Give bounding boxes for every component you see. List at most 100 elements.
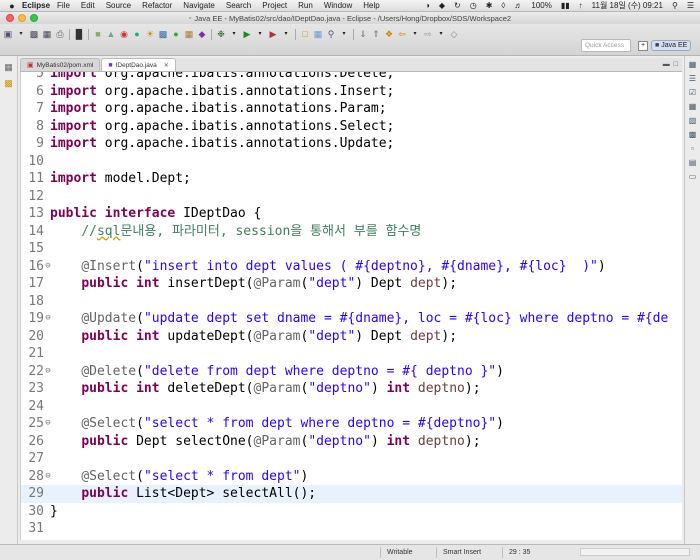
code-line[interactable]: 9 import org.apache.ibatis.annotations.Up…	[21, 135, 682, 153]
publish-icon[interactable]: ◉	[118, 28, 130, 40]
web-browser-icon[interactable]: ☀	[144, 28, 156, 40]
apple-menu-icon[interactable]: ●	[6, 1, 18, 11]
code-editor[interactable]: 5 import org.apache.ibatis.annotations.De…	[20, 72, 682, 540]
project-explorer-icon[interactable]: ▩	[4, 78, 14, 88]
code-line[interactable]: 12	[21, 188, 682, 206]
menu-refactor[interactable]: Refactor	[142, 1, 172, 10]
previous-annotation-icon[interactable]: ⇑	[370, 28, 382, 40]
outline-icon[interactable]: ☰	[688, 74, 698, 84]
save-all-icon[interactable]: ▦	[41, 28, 53, 40]
code-line[interactable]: 10	[21, 153, 682, 171]
code-line[interactable]: 13 public interface IDeptDao {	[21, 205, 682, 223]
run-dropdown-icon[interactable]: ▾	[254, 28, 266, 40]
external-tools-dropdown-icon[interactable]: ▾	[280, 28, 292, 40]
code-line[interactable]: 7 import org.apache.ibatis.annotations.Pa…	[21, 100, 682, 118]
code-line[interactable]: 17 public int insertDept(@Param("dept") …	[21, 275, 682, 293]
open-task-icon[interactable]: ▦	[312, 28, 324, 40]
terminal-icon[interactable]: █	[73, 28, 85, 40]
new-icon[interactable]: ▣	[2, 28, 14, 40]
tab-ideptdao-java[interactable]: ■ IDeptDao.java ✕	[101, 58, 176, 71]
code-line[interactable]: 23 public int deleteDept(@Param("deptno"…	[21, 380, 682, 398]
search-icon[interactable]: ⚲	[325, 28, 337, 40]
open-type-icon[interactable]: □	[299, 28, 311, 40]
code-line[interactable]: 6 import org.apache.ibatis.annotations.In…	[21, 83, 682, 101]
markers-icon[interactable]: ▦	[688, 102, 698, 112]
new-class-icon[interactable]: ●	[170, 28, 182, 40]
print-icon[interactable]: ⎙	[54, 28, 66, 40]
new-dropdown-icon[interactable]: ▾	[15, 28, 27, 40]
menu-source[interactable]: Source	[106, 1, 131, 10]
menu-bar-clock[interactable]: 11월 18일 (수) 09:21	[592, 0, 663, 11]
restore-view-icon[interactable]: ▦	[4, 62, 14, 72]
servers-icon[interactable]: ▩	[688, 130, 698, 140]
zoom-window-button[interactable]	[30, 14, 38, 22]
menu-search[interactable]: Search	[226, 1, 251, 10]
code-line[interactable]: 28 ⊖ @Select("select * from dept")	[21, 468, 682, 486]
code-line[interactable]: 21	[21, 345, 682, 363]
close-window-button[interactable]	[6, 14, 14, 22]
spotlight-icon[interactable]: ⚲	[672, 1, 678, 10]
restore-view-icon[interactable]: ▦	[688, 60, 698, 70]
build-icon[interactable]: ■	[92, 28, 104, 40]
menu-project[interactable]: Project	[262, 1, 287, 10]
dropbox-icon[interactable]: ◆	[439, 1, 445, 10]
code-line[interactable]: 24	[21, 398, 682, 416]
code-line[interactable]: 31	[21, 520, 682, 538]
code-line[interactable]: 30}	[21, 503, 682, 521]
code-line[interactable]: 14 //sql문내용, 파라미터, session을 통해서 부를 함수명	[21, 223, 682, 241]
code-line[interactable]: 11 import model.Dept;	[21, 170, 682, 188]
bluetooth-icon[interactable]: ✱	[486, 1, 493, 10]
server-icon[interactable]: ▲	[105, 28, 117, 40]
menu-edit[interactable]: Edit	[81, 1, 95, 10]
external-tools-icon[interactable]: ▶	[267, 28, 279, 40]
quick-access-input[interactable]: Quick Access	[581, 39, 631, 52]
next-annotation-icon[interactable]: ⇓	[357, 28, 369, 40]
menu-file[interactable]: File	[57, 1, 70, 10]
code-line[interactable]: 27	[21, 450, 682, 468]
input-source-icon[interactable]: ↑	[579, 1, 583, 10]
menu-help[interactable]: Help	[363, 1, 379, 10]
minimize-icon[interactable]: ▬	[663, 61, 670, 68]
open-perspective-icon[interactable]: +	[638, 40, 648, 51]
debug-icon[interactable]: ❉	[215, 28, 227, 40]
code-line[interactable]: 25 ⊖ @Select("select * from dept where de…	[21, 415, 682, 433]
debug-dropdown-icon[interactable]: ▾	[228, 28, 240, 40]
console-icon[interactable]: ▭	[688, 172, 698, 182]
search-dropdown-icon[interactable]: ▾	[338, 28, 350, 40]
save-icon[interactable]: ▩	[28, 28, 40, 40]
code-line[interactable]: 18	[21, 293, 682, 311]
new-interface-icon[interactable]: ◆	[196, 28, 208, 40]
forward-icon[interactable]: ⇨	[422, 28, 434, 40]
run-icon[interactable]: ▶	[241, 28, 253, 40]
menu-window[interactable]: Window	[324, 1, 352, 10]
time-machine-icon[interactable]: ◷	[470, 1, 477, 10]
back-icon[interactable]: ⇦	[396, 28, 408, 40]
code-line[interactable]: 26 public Dept selectOne(@Param("deptno"…	[21, 433, 682, 451]
code-line[interactable]: 8 import org.apache.ibatis.annotations.Se…	[21, 118, 682, 136]
new-package-icon[interactable]: ▦	[183, 28, 195, 40]
code-line[interactable]: 16 ⊖ @Insert("insert into dept values ( #…	[21, 258, 682, 276]
wifi-icon[interactable]: ◊	[501, 1, 505, 10]
battery-icon[interactable]: ▮▮	[561, 1, 570, 10]
sync-icon[interactable]: ↻	[454, 1, 461, 10]
data-source-explorer-icon[interactable]: ▫	[688, 144, 698, 154]
close-tab-icon[interactable]: ✕	[164, 62, 169, 69]
evernote-icon[interactable]: ◑	[425, 1, 430, 10]
last-edit-location-icon[interactable]: ❖	[383, 28, 395, 40]
document-proxy-icon[interactable]: ▫	[189, 15, 191, 22]
new-server-icon[interactable]: ▩	[157, 28, 169, 40]
code-line[interactable]: 29 public List<Dept> selectAll();	[21, 485, 682, 503]
code-line[interactable]: 20 public int updateDept(@Param("dept") …	[21, 328, 682, 346]
java-ee-perspective-button[interactable]: ■ Java EE	[651, 40, 692, 51]
menu-run[interactable]: Run	[298, 1, 313, 10]
pin-editor-icon[interactable]: ◇	[448, 28, 460, 40]
back-dropdown-icon[interactable]: ▾	[409, 28, 421, 40]
code-line[interactable]: 15	[21, 240, 682, 258]
skip-breakpoints-icon[interactable]: ●	[131, 28, 143, 40]
code-line[interactable]: 5 import org.apache.ibatis.annotations.De…	[21, 72, 682, 83]
battery-percent[interactable]: 100%	[531, 1, 551, 10]
notification-center-icon[interactable]: ☰	[687, 1, 694, 10]
volume-icon[interactable]: ♬	[514, 1, 522, 10]
app-menu[interactable]: Eclipse	[22, 1, 50, 10]
code-line[interactable]: 22 ⊖ @Delete("delete from dept where dept…	[21, 363, 682, 381]
